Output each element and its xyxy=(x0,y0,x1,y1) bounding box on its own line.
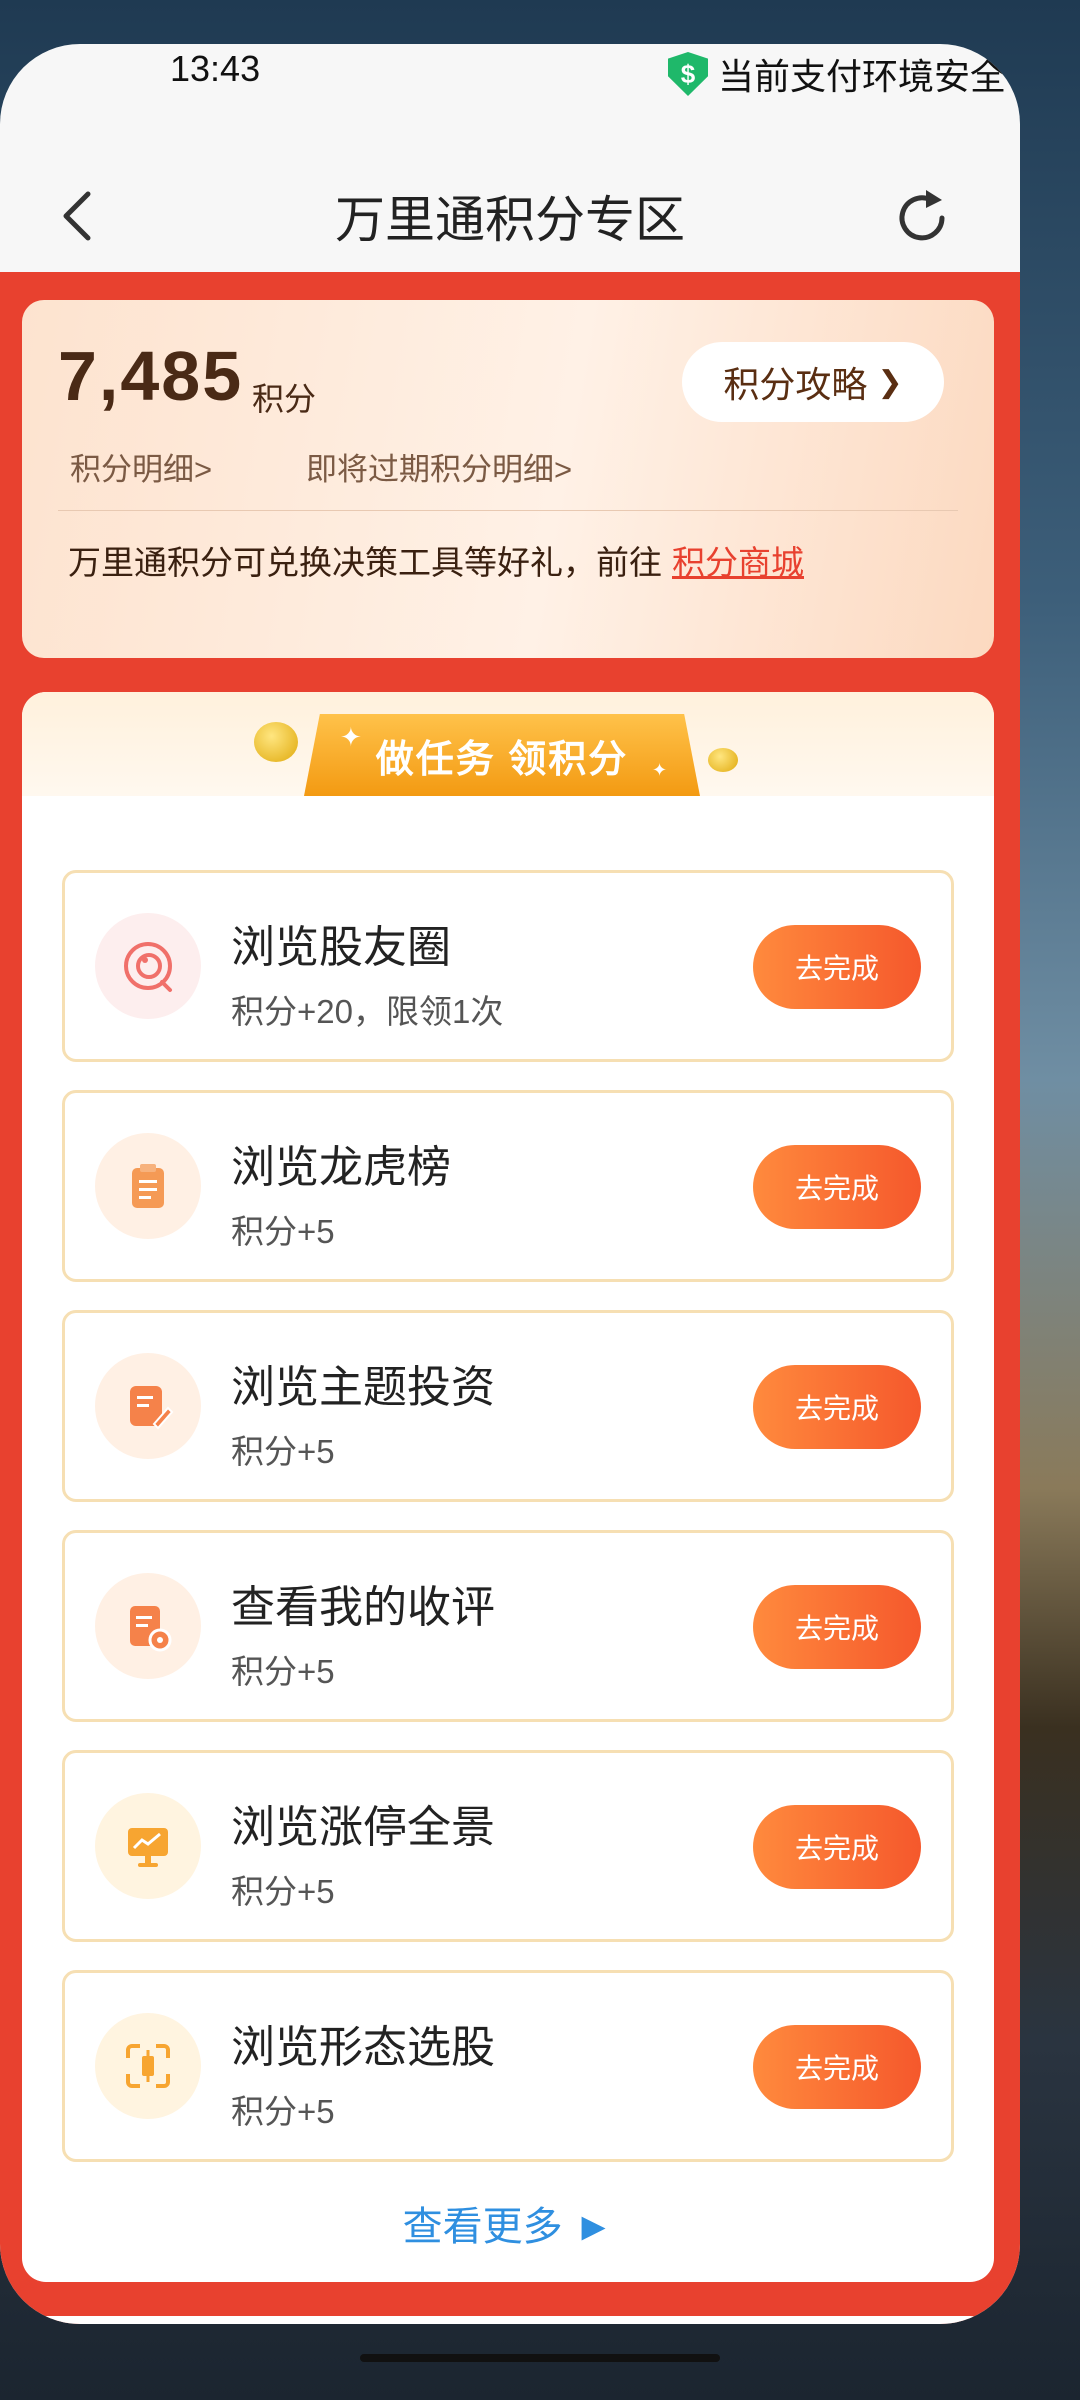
go-complete-button[interactable]: 去完成 xyxy=(753,1365,921,1449)
exchange-info: 万里通积分可兑换决策工具等好礼，前往 积分商城 xyxy=(68,536,804,584)
go-complete-button[interactable]: 去完成 xyxy=(753,1585,921,1669)
divider xyxy=(58,510,958,511)
task-reward: 积分+5 xyxy=(231,1433,335,1470)
task-panel-header: 做任务 领积分 ✦ ✦ xyxy=(22,692,994,796)
view-more-link[interactable]: 查看更多 ► xyxy=(22,2194,994,2252)
points-unit: 积分 xyxy=(252,381,317,417)
exchange-text: 万里通积分可兑换决策工具等好礼，前往 xyxy=(68,544,662,581)
go-complete-button[interactable]: 去完成 xyxy=(753,2025,921,2109)
chat-ring-icon xyxy=(95,913,201,1019)
nav-bar: 万里通积分专区 xyxy=(0,154,1020,274)
status-time: 13:43 xyxy=(170,48,261,89)
points-guide-button[interactable]: 积分攻略 ❯ xyxy=(682,342,944,422)
points-mall-link[interactable]: 积分商城 xyxy=(672,544,804,581)
points-card: 7,485 积分 积分攻略 ❯ 积分明细> 即将过期积分明细> 万里通积分可兑换… xyxy=(22,300,994,658)
points-balance: 7,485 xyxy=(58,337,244,415)
task-item-theme-investing: 浏览主题投资 积分+5 去完成 xyxy=(62,1310,954,1502)
go-complete-button[interactable]: 去完成 xyxy=(753,1145,921,1229)
task-reward: 积分+20，限领1次 xyxy=(231,993,504,1030)
chevron-right-icon: ❯ xyxy=(877,365,903,399)
task-title: 浏览主题投资 xyxy=(231,1363,495,1412)
task-item-dragon-tiger-list: 浏览龙虎榜 积分+5 去完成 xyxy=(62,1090,954,1282)
points-guide-label: 积分攻略 xyxy=(723,364,868,405)
task-title: 浏览股友圈 xyxy=(231,923,451,972)
next-section-card xyxy=(22,2316,994,2324)
go-complete-button[interactable]: 去完成 xyxy=(753,1805,921,1889)
task-item-limit-up-panorama: 浏览涨停全景 积分+5 去完成 xyxy=(62,1750,954,1942)
task-item-browse-community: 浏览股友圈 积分+20，限领1次 去完成 xyxy=(62,870,954,1062)
task-item-pattern-stock-picking: 浏览形态选股 积分+5 去完成 xyxy=(62,1970,954,2162)
points-detail-link[interactable]: 积分明细> xyxy=(70,444,212,489)
expiring-points-link[interactable]: 即将过期积分明细> xyxy=(306,444,572,489)
scan-frame-icon xyxy=(95,2013,201,2119)
task-reward: 积分+5 xyxy=(231,1873,335,1910)
task-item-my-review: 查看我的收评 积分+5 去完成 xyxy=(62,1530,954,1722)
task-title: 浏览龙虎榜 xyxy=(231,1143,451,1192)
sparkle-icon: ✦ xyxy=(340,722,362,752)
task-reward: 积分+5 xyxy=(231,2093,335,2130)
refresh-button[interactable] xyxy=(890,186,954,250)
edit-doc-icon xyxy=(95,1353,201,1459)
task-title: 浏览形态选股 xyxy=(231,2023,495,2072)
refresh-icon xyxy=(899,190,945,241)
page-title: 万里通积分专区 xyxy=(335,192,685,248)
coin-icon xyxy=(254,722,298,762)
task-banner-text: 做任务 领积分 xyxy=(375,738,629,781)
sparkle-icon: ✦ xyxy=(652,760,668,780)
task-reward: 积分+5 xyxy=(231,1653,335,1690)
clipboard-icon xyxy=(95,1133,201,1239)
pay-secure-indicator: $ 当前支付环境安全 xyxy=(668,48,1006,100)
home-indicator[interactable] xyxy=(360,2354,720,2362)
review-doc-icon xyxy=(95,1573,201,1679)
task-panel: 做任务 领积分 ✦ ✦ 浏览股友圈 积分+20，限领1次 去完成 浏览龙虎榜 积… xyxy=(22,692,994,2282)
task-reward: 积分+5 xyxy=(231,1213,335,1250)
go-complete-button[interactable]: 去完成 xyxy=(753,925,921,1009)
phone-screen: 13:43 $ 当前支付环境安全 万里通积分专区 7,485 积分 积分攻略 ❯… xyxy=(0,44,1020,2324)
status-bar: 13:43 $ 当前支付环境安全 xyxy=(0,44,1020,134)
coin-icon xyxy=(708,748,738,772)
pay-secure-text: 当前支付环境安全 xyxy=(718,56,1007,97)
shield-icon: $ xyxy=(668,52,708,96)
task-title: 查看我的收评 xyxy=(231,1583,495,1632)
task-title: 浏览涨停全景 xyxy=(231,1803,495,1852)
task-banner: 做任务 领积分 xyxy=(304,714,700,796)
chart-monitor-icon xyxy=(95,1793,201,1899)
